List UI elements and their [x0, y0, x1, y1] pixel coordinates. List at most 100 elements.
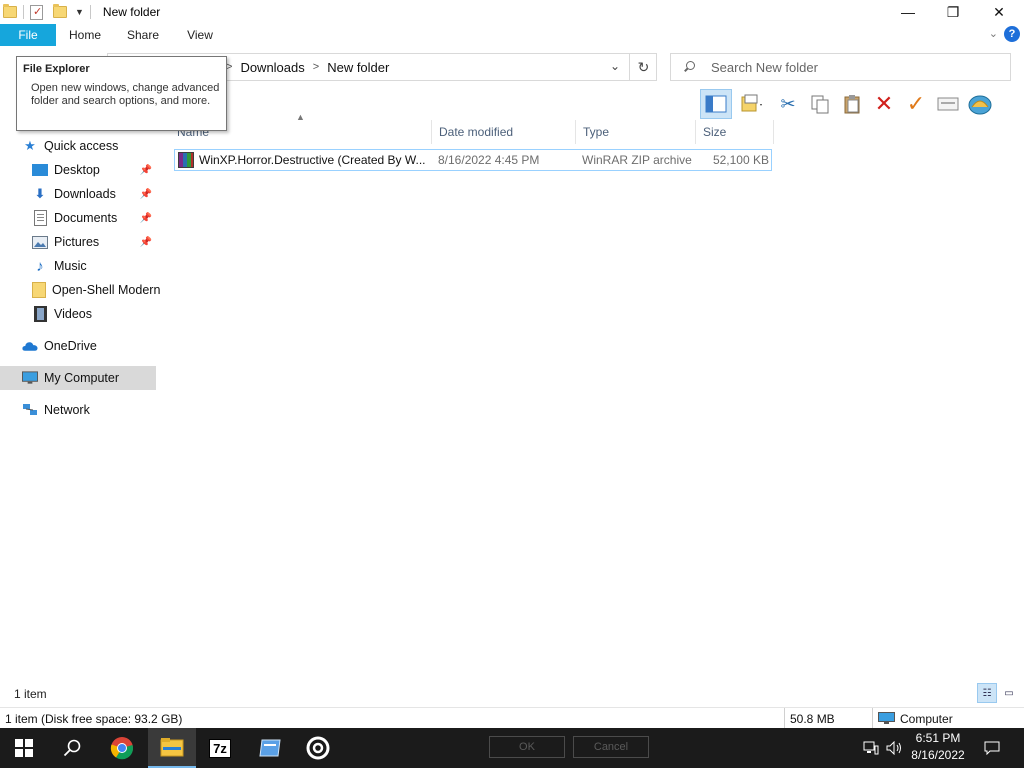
- search-placeholder: Search New folder: [711, 59, 818, 75]
- nav-onedrive[interactable]: OneDrive: [22, 334, 156, 358]
- delete-icon[interactable]: ✕: [868, 89, 900, 119]
- minimize-button[interactable]: —: [885, 0, 931, 24]
- column-headers: Name Date modified Type Size: [170, 120, 780, 144]
- classic-toolbar: ✂ ✕ ✓: [700, 88, 1024, 120]
- search-input[interactable]: Search New folder: [670, 53, 1011, 81]
- pin-icon[interactable]: 📌: [140, 189, 152, 200]
- refresh-button[interactable]: ↻: [629, 53, 657, 81]
- divider: [23, 5, 24, 19]
- chevron-right-icon[interactable]: >: [313, 61, 319, 73]
- nav-item-videos[interactable]: Videos: [32, 302, 156, 326]
- customize-toolbar-icon[interactable]: ▼: [75, 7, 84, 17]
- nav-label: Pictures: [54, 235, 100, 249]
- winrar-archive-icon: [178, 152, 194, 168]
- ok-button[interactable]: OK: [489, 736, 565, 758]
- desktop-icon: [32, 162, 48, 178]
- chevron-down-icon[interactable]: ⌄: [610, 59, 620, 73]
- folder-icon: [32, 282, 46, 298]
- nav-item-open-shell-modern[interactable]: Open-Shell Modern: [32, 278, 160, 302]
- nav-label: Videos: [54, 307, 92, 321]
- view-menu-icon[interactable]: [732, 89, 772, 119]
- nav-item-desktop[interactable]: Desktop 📌: [32, 158, 156, 182]
- window-app-icon: [259, 739, 281, 757]
- nav-label: Documents: [54, 211, 118, 225]
- nav-label: OneDrive: [44, 339, 97, 353]
- tab-view[interactable]: View: [174, 24, 226, 46]
- nav-my-computer[interactable]: My Computer: [0, 366, 156, 390]
- network-tray-icon[interactable]: [860, 728, 882, 768]
- tab-home[interactable]: Home: [58, 24, 112, 46]
- breadcrumb-downloads[interactable]: Downloads: [240, 60, 304, 75]
- details-view-icon[interactable]: ☷: [977, 683, 997, 703]
- divider: [89, 5, 91, 19]
- nav-quick-access[interactable]: ★ Quick access: [22, 134, 178, 158]
- new-folder-icon[interactable]: [53, 4, 67, 18]
- column-size[interactable]: Size: [696, 120, 774, 144]
- column-date-modified[interactable]: Date modified: [432, 120, 576, 144]
- email-icon[interactable]: [932, 89, 964, 119]
- clock-date: 8/16/2022: [911, 748, 965, 762]
- app-taskbar-button[interactable]: [246, 728, 294, 768]
- ribbon-tabs: File Home Share View ⌄ ?: [0, 24, 1024, 46]
- item-count: 1 item: [14, 687, 47, 701]
- search-taskbar-button[interactable]: [48, 728, 96, 768]
- properties-check-icon[interactable]: ✓: [900, 89, 932, 119]
- navigation-pane-icon[interactable]: [700, 89, 732, 119]
- start-button[interactable]: [0, 728, 48, 768]
- network-icon: [22, 402, 38, 418]
- large-icons-view-icon[interactable]: ▭: [999, 683, 1019, 703]
- clock[interactable]: 6:51 PM 8/16/2022: [903, 730, 973, 766]
- chrome-taskbar-button[interactable]: [98, 728, 146, 768]
- search-icon: [683, 61, 695, 73]
- picture-icon: [32, 234, 48, 250]
- notifications-icon[interactable]: [978, 728, 1006, 768]
- window-title: New folder: [102, 5, 161, 19]
- properties-icon[interactable]: [30, 4, 43, 20]
- sort-ascending-icon: ▲: [296, 112, 305, 122]
- file-name-cell[interactable]: WinXP.Horror.Destructive (Created By W..…: [178, 150, 432, 170]
- download-arrow-icon: ⬇: [34, 186, 46, 201]
- media-taskbar-button[interactable]: [294, 728, 342, 768]
- column-type[interactable]: Type: [576, 120, 696, 144]
- tab-share[interactable]: Share: [116, 24, 170, 46]
- help-icon[interactable]: ?: [1004, 26, 1020, 42]
- cut-icon[interactable]: ✂: [772, 89, 804, 119]
- open-shell-icon[interactable]: [964, 89, 996, 119]
- nav-label: Network: [44, 403, 90, 417]
- clock-time: 6:51 PM: [915, 731, 961, 745]
- star-icon: ★: [24, 138, 36, 153]
- cancel-button[interactable]: Cancel: [573, 736, 649, 758]
- close-button[interactable]: ✕: [976, 0, 1022, 24]
- copy-icon[interactable]: [804, 89, 836, 119]
- pin-icon[interactable]: 📌: [140, 165, 152, 176]
- title-bar: ▼ New folder — ❐ ✕: [0, 0, 1024, 24]
- folder-icon: [160, 738, 184, 757]
- paste-icon[interactable]: [836, 89, 868, 119]
- classic-status-bar: 1 item (Disk free space: 93.2 GB) 50.8 M…: [0, 707, 1024, 729]
- film-icon: [32, 306, 48, 322]
- 7zip-taskbar-button[interactable]: 7z: [196, 728, 244, 768]
- pin-icon[interactable]: 📌: [140, 213, 152, 224]
- breadcrumb-new-folder[interactable]: New folder: [327, 60, 389, 75]
- nav-item-pictures[interactable]: Pictures 📌: [32, 230, 156, 254]
- file-row[interactable]: WinXP.Horror.Destructive (Created By W..…: [174, 149, 772, 171]
- nav-item-music[interactable]: ♪ Music: [32, 254, 156, 278]
- computer-icon: [22, 370, 38, 386]
- nav-item-documents[interactable]: Documents 📌: [32, 206, 156, 230]
- tooltip-body: Open new windows, change advanced folder…: [31, 82, 220, 107]
- nav-item-downloads[interactable]: ⬇ Downloads 📌: [32, 182, 156, 206]
- file-menu-tooltip: File Explorer Open new windows, change a…: [16, 56, 227, 131]
- ring-app-icon: [306, 736, 330, 760]
- tab-file[interactable]: File: [0, 24, 56, 46]
- nav-label: Downloads: [54, 187, 116, 201]
- pin-icon[interactable]: 📌: [140, 237, 152, 248]
- music-note-icon: ♪: [36, 257, 44, 275]
- expand-ribbon-icon[interactable]: ⌄: [989, 27, 998, 40]
- nav-label: Desktop: [54, 163, 100, 177]
- search-icon: [63, 739, 81, 757]
- document-icon: [32, 210, 48, 226]
- nav-network[interactable]: Network: [22, 398, 156, 422]
- chrome-icon: [110, 737, 134, 760]
- file-explorer-taskbar-button[interactable]: [148, 728, 196, 768]
- maximize-button[interactable]: ❐: [930, 0, 976, 24]
